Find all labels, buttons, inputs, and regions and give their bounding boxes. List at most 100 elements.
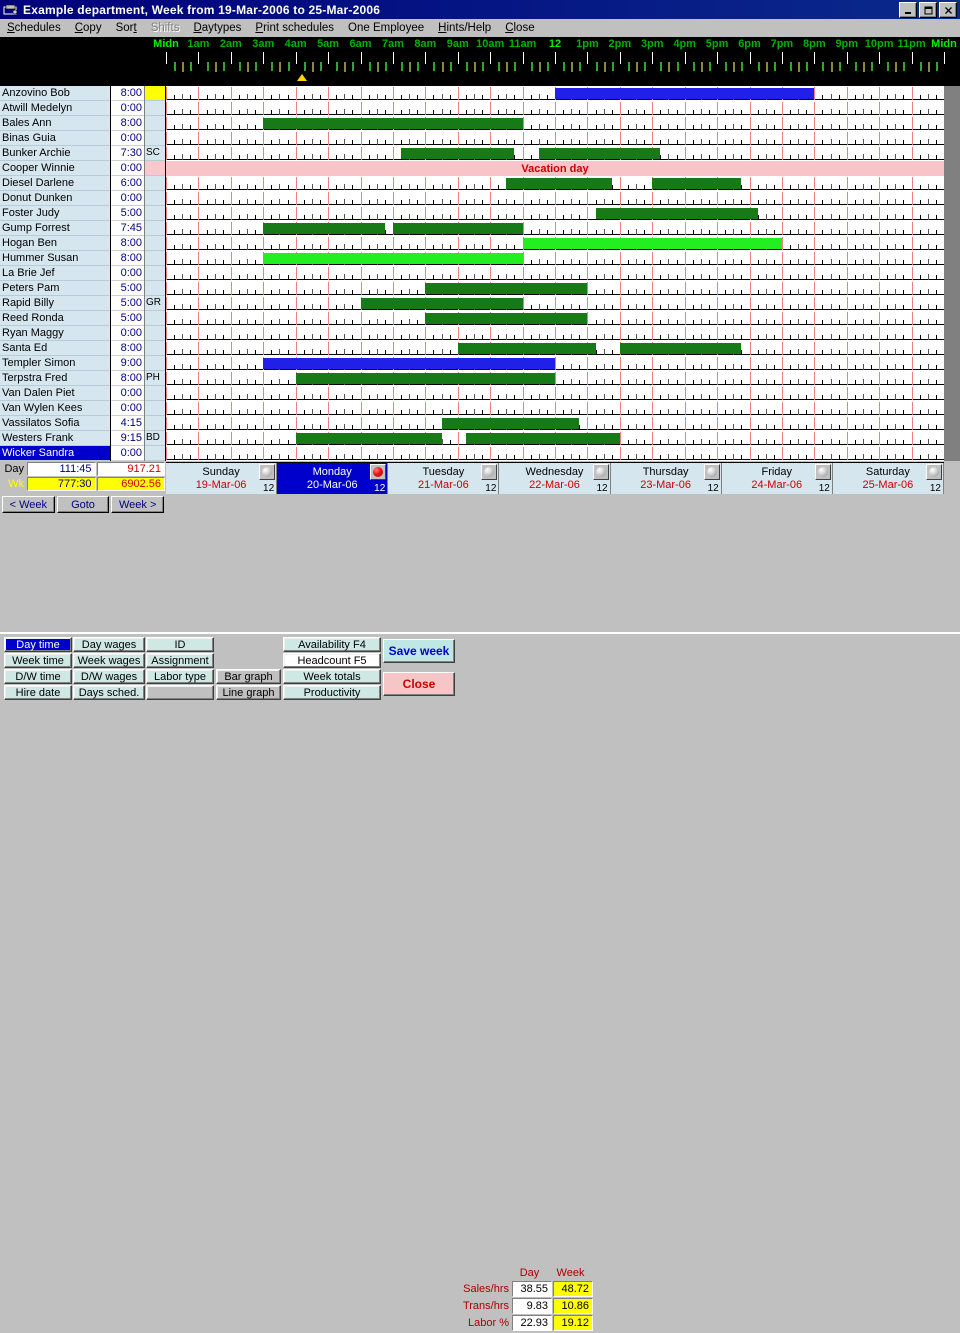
shift-code-cell[interactable] xyxy=(145,176,165,191)
shift-code-cell[interactable] xyxy=(145,236,165,251)
menu-item-sort[interactable]: Sort xyxy=(109,21,144,36)
employee-name-row[interactable]: La Brie Jef xyxy=(0,266,110,281)
employee-name-row[interactable]: Westers Frank xyxy=(0,431,110,446)
shift-code-cell[interactable] xyxy=(145,131,165,146)
shift-code-cell[interactable] xyxy=(145,266,165,281)
schedule-bar[interactable] xyxy=(361,298,523,309)
employee-name-row[interactable]: Wicker Sandra xyxy=(0,446,110,461)
employee-name-row[interactable]: Rapid Billy xyxy=(0,296,110,311)
shift-code-cell[interactable]: GR xyxy=(145,296,165,311)
employee-hours-cell[interactable]: 0:00 xyxy=(111,326,144,341)
employee-name-row[interactable]: Templer Simon xyxy=(0,356,110,371)
schedule-bar[interactable] xyxy=(263,358,555,369)
employee-name-row[interactable]: Atwill Medelyn xyxy=(0,101,110,116)
schedule-bar[interactable] xyxy=(652,178,741,189)
day-status-button[interactable] xyxy=(704,464,720,480)
schedule-bar[interactable] xyxy=(263,223,385,234)
toolbar-button-d-w-time[interactable]: D/W time xyxy=(4,669,72,684)
employee-name-row[interactable]: Anzovino Bob xyxy=(0,86,110,101)
schedule-bar[interactable] xyxy=(458,343,596,354)
menu-item-hints-help[interactable]: Hints/Help xyxy=(431,21,498,36)
previous-week-button[interactable]: < Week xyxy=(2,496,55,513)
schedule-bar[interactable] xyxy=(523,238,782,249)
menu-item-close[interactable]: Close xyxy=(498,21,541,36)
employee-hours-cell[interactable]: 8:00 xyxy=(111,341,144,356)
employee-name-row[interactable]: Santa Ed xyxy=(0,341,110,356)
schedule-bar[interactable] xyxy=(263,253,522,264)
day-cell-wednesday[interactable]: Wednesday22-Mar-0612 xyxy=(499,463,610,494)
employee-hours-cell[interactable]: 0:00 xyxy=(111,101,144,116)
day-status-button[interactable] xyxy=(481,464,497,480)
shift-code-cell[interactable] xyxy=(145,311,165,326)
shift-code-cell[interactable] xyxy=(145,191,165,206)
employee-hours-cell[interactable]: 8:00 xyxy=(111,236,144,251)
schedule-bar[interactable] xyxy=(425,283,587,294)
shift-code-cell[interactable] xyxy=(145,386,165,401)
employee-hours-cell[interactable]: 0:00 xyxy=(111,401,144,416)
employee-hours-cell[interactable]: 8:00 xyxy=(111,251,144,266)
schedule-bar[interactable] xyxy=(393,223,523,234)
shift-code-cell[interactable] xyxy=(145,341,165,356)
toolbar-button-day-time[interactable]: Day time xyxy=(4,637,72,652)
toolbar-button-week-wages[interactable]: Week wages xyxy=(73,653,145,668)
employee-hours-cell[interactable]: 5:00 xyxy=(111,206,144,221)
employee-hours-cell[interactable]: 0:00 xyxy=(111,386,144,401)
shift-code-cell[interactable] xyxy=(145,446,165,461)
employee-hours-cell[interactable]: 4:15 xyxy=(111,416,144,431)
shift-code-cell[interactable]: PH xyxy=(145,371,165,386)
shift-code-cell[interactable] xyxy=(145,206,165,221)
shift-code-cell[interactable]: BD xyxy=(145,431,165,446)
employee-hours-cell[interactable]: 8:00 xyxy=(111,371,144,386)
schedule-bar[interactable] xyxy=(442,418,580,429)
toolbar-button-week-time[interactable]: Week time xyxy=(4,653,72,668)
employee-name-row[interactable]: Diesel Darlene xyxy=(0,176,110,191)
employee-name-row[interactable]: Terpstra Fred xyxy=(0,371,110,386)
shift-code-cell[interactable]: SC xyxy=(145,146,165,161)
toolbar-button-id[interactable]: ID xyxy=(146,637,214,652)
menu-item-daytypes[interactable]: Daytypes xyxy=(186,21,248,36)
day-status-button[interactable] xyxy=(593,464,609,480)
toolbar-button-days-sched[interactable]: Days sched. xyxy=(73,685,145,700)
employee-name-row[interactable]: Peters Pam xyxy=(0,281,110,296)
employee-name-row[interactable]: Foster Judy xyxy=(0,206,110,221)
schedule-bar[interactable] xyxy=(596,208,758,219)
day-cell-friday[interactable]: Friday24-Mar-0612 xyxy=(722,463,833,494)
graph-button-bar-graph[interactable]: Bar graph xyxy=(216,669,281,684)
day-cell-saturday[interactable]: Saturday25-Mar-0612 xyxy=(833,463,944,494)
day-cell-sunday[interactable]: Sunday19-Mar-0612 xyxy=(166,463,277,494)
day-cell-thursday[interactable]: Thursday23-Mar-0612 xyxy=(611,463,722,494)
employee-hours-cell[interactable]: 5:00 xyxy=(111,311,144,326)
schedule-bar[interactable] xyxy=(620,343,742,354)
maximize-button[interactable] xyxy=(919,2,937,18)
employee-name-row[interactable]: Van Dalen Piet xyxy=(0,386,110,401)
employee-hours-cell[interactable]: 7:45 xyxy=(111,221,144,236)
report-button-week-totals[interactable]: Week totals xyxy=(283,669,381,684)
schedule-grid[interactable]: Vacation day xyxy=(166,86,944,461)
shift-code-cell[interactable] xyxy=(145,116,165,131)
shift-code-cell[interactable] xyxy=(145,161,165,176)
menu-item-print-schedules[interactable]: Print schedules xyxy=(248,21,341,36)
employee-hours-cell[interactable]: 5:00 xyxy=(111,281,144,296)
shift-code-cell[interactable] xyxy=(145,416,165,431)
day-cell-monday[interactable]: Monday20-Mar-0612 xyxy=(277,463,388,494)
vertical-scrollbar[interactable] xyxy=(944,86,960,461)
schedule-bar[interactable] xyxy=(506,178,611,189)
employee-hours-cell[interactable]: 6:00 xyxy=(111,176,144,191)
employee-hours-cell[interactable]: 0:00 xyxy=(111,161,144,176)
shift-code-cell[interactable] xyxy=(145,281,165,296)
schedule-bar[interactable] xyxy=(425,313,587,324)
employee-hours-cell[interactable]: 7:30 xyxy=(111,146,144,161)
shift-code-cell[interactable] xyxy=(145,326,165,341)
employee-name-row[interactable]: Cooper Winnie xyxy=(0,161,110,176)
shift-code-cell[interactable] xyxy=(145,251,165,266)
employee-name-row[interactable]: Hummer Susan xyxy=(0,251,110,266)
close-button-main[interactable]: Close xyxy=(383,672,455,696)
shift-code-cell[interactable] xyxy=(145,356,165,371)
schedule-bar[interactable] xyxy=(466,433,620,444)
employee-hours-cell[interactable]: 0:00 xyxy=(111,446,144,461)
employee-hours-cell[interactable]: 0:00 xyxy=(111,266,144,281)
shift-code-cell[interactable] xyxy=(145,221,165,236)
employee-name-row[interactable]: Bunker Archie xyxy=(0,146,110,161)
employee-name-row[interactable]: Bales Ann xyxy=(0,116,110,131)
toolbar-button-day-wages[interactable]: Day wages xyxy=(73,637,145,652)
